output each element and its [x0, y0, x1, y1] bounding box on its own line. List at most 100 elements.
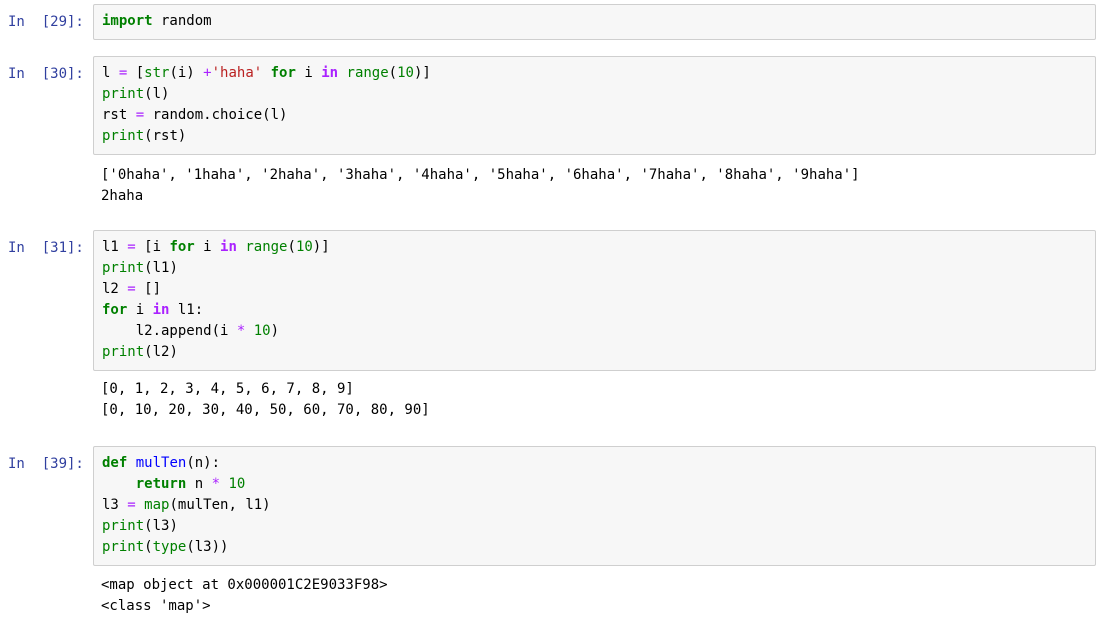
code-input-area[interactable]: l1 = [i for i in range(10)] print(l1) l2 =…: [93, 230, 1096, 371]
code-line: l3 = map(mulTen, l1): [102, 495, 1087, 516]
output-line: <class 'map'>: [101, 598, 211, 614]
code-token: 'haha': [211, 65, 263, 81]
code-token: (: [388, 65, 398, 81]
code-token: 10: [295, 239, 313, 255]
output-line: [0, 1, 2, 3, 4, 5, 6, 7, 8, 9]: [101, 381, 354, 397]
code-line: l1 = [i for i in range(10)]: [102, 237, 1087, 258]
code-token: in: [321, 65, 339, 81]
code-input-area[interactable]: import random: [93, 4, 1096, 40]
code-token: print: [102, 128, 145, 144]
code-line: print(l1): [102, 258, 1087, 279]
code-input-area[interactable]: l = [str(i) +'haha' for i in range(10)] p…: [93, 56, 1096, 155]
code-line: l = [str(i) +'haha' for i in range(10)]: [102, 63, 1087, 84]
code-token: in: [152, 302, 170, 318]
code-token: [: [127, 65, 145, 81]
code-token: range: [245, 239, 288, 255]
code-token: for: [102, 302, 128, 318]
code-token: []: [135, 281, 162, 297]
cell-prompt: In [39]:: [8, 456, 84, 472]
code-token: random: [152, 13, 212, 29]
code-line: print(l): [102, 84, 1087, 105]
code-token: str: [144, 65, 170, 81]
code-token: l3: [102, 497, 128, 513]
code-token: )]: [312, 239, 330, 255]
code-token: in: [220, 239, 237, 255]
code-token: *: [211, 476, 221, 492]
code-input-area[interactable]: def mulTen(n): return n * 10 l3 = map(mul…: [93, 446, 1096, 566]
code-token: type: [152, 539, 187, 555]
code-token: (i): [169, 65, 204, 81]
code-token: print: [102, 344, 145, 360]
code-line: print(rst): [102, 126, 1087, 147]
code-line: print(type(l3)): [102, 537, 1087, 558]
output-line: <map object at 0x000001C2E9033F98>: [101, 577, 388, 593]
cell-output-area: <map object at 0x000001C2E9033F98> <class…: [101, 575, 1096, 617]
code-token: return: [135, 476, 187, 492]
code-token: ): [270, 323, 280, 339]
code-token: 10: [228, 476, 246, 492]
code-token: random.choice(l): [144, 107, 288, 123]
cell-output-area: ['0haha', '1haha', '2haha', '3haha', '4h…: [101, 165, 1096, 207]
code-token: (l1): [144, 260, 178, 276]
code-line: l2 = []: [102, 279, 1087, 300]
code-token: =: [127, 497, 136, 513]
code-token: i: [194, 239, 221, 255]
code-token: =: [127, 239, 136, 255]
code-token: mulTen: [135, 455, 187, 471]
cell-output-area: [0, 1, 2, 3, 4, 5, 6, 7, 8, 9] [0, 10, 20…: [101, 379, 1096, 421]
code-token: l1: [102, 239, 128, 255]
code-line: for i in l1:: [102, 300, 1087, 321]
code-token: +: [203, 65, 212, 81]
code-token: import: [102, 13, 153, 29]
code-token: (: [287, 239, 296, 255]
code-token: rst: [102, 107, 136, 123]
code-token: [i: [135, 239, 170, 255]
code-token: for: [270, 65, 296, 81]
code-token: range: [346, 65, 389, 81]
code-line: rst = random.choice(l): [102, 105, 1087, 126]
code-token: n: [186, 476, 212, 492]
code-token: )]: [413, 65, 431, 81]
code-line: l2.append(i * 10): [102, 321, 1087, 342]
code-token: 10: [397, 65, 414, 81]
code-line: def mulTen(n):: [102, 453, 1087, 474]
output-line: ['0haha', '1haha', '2haha', '3haha', '4h…: [101, 167, 860, 183]
code-token: (l): [144, 86, 170, 102]
code-token: l: [102, 65, 119, 81]
code-token: print: [102, 260, 145, 276]
code-token: l2.append(i: [102, 323, 237, 339]
code-token: print: [102, 86, 145, 102]
code-token: (l2): [144, 344, 178, 360]
code-token: l1:: [169, 302, 204, 318]
code-line: import random: [102, 11, 1087, 32]
code-token: (l3): [144, 518, 178, 534]
code-token: i: [127, 302, 153, 318]
cell-prompt: In [30]:: [8, 66, 84, 82]
code-token: print: [102, 518, 145, 534]
code-token: l2: [102, 281, 128, 297]
cell-prompt: In [31]:: [8, 240, 84, 256]
code-token: def: [102, 455, 128, 471]
code-token: =: [127, 281, 136, 297]
code-line: return n * 10: [102, 474, 1087, 495]
code-line: print(l3): [102, 516, 1087, 537]
code-token: (mulTen, l1): [169, 497, 271, 513]
output-line: [0, 10, 20, 30, 40, 50, 60, 70, 80, 90]: [101, 402, 430, 418]
code-token: i: [295, 65, 322, 81]
code-token: (: [144, 539, 153, 555]
output-line: 2haha: [101, 188, 144, 204]
code-token: (n):: [186, 455, 221, 471]
code-token: (rst): [144, 128, 187, 144]
code-token: print: [102, 539, 145, 555]
code-token: (l3)): [186, 539, 229, 555]
code-token: 10: [253, 323, 271, 339]
code-line: print(l2): [102, 342, 1087, 363]
code-token: =: [135, 107, 145, 123]
cell-prompt: In [29]:: [8, 14, 84, 30]
